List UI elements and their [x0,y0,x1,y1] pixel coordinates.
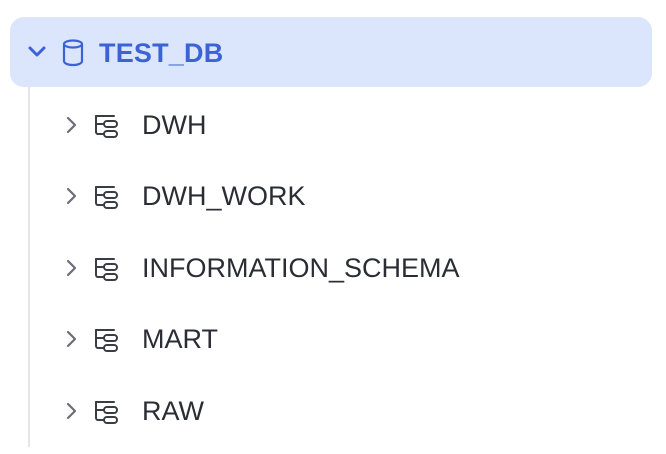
schema-icon [95,258,118,281]
chevron-right-icon[interactable] [64,328,78,350]
schema-icon [95,186,118,209]
schema-icon [95,329,118,352]
schema-name: DWH [142,110,207,140]
chevron-right-icon[interactable] [64,257,78,279]
tree-item-schema[interactable]: RAW [52,382,652,440]
schema-icon [95,401,118,424]
chevron-right-icon[interactable] [64,400,78,422]
chevron-down-icon[interactable] [27,43,47,61]
tree-item-schema[interactable]: DWH [52,96,652,154]
tree-item-schema[interactable]: INFORMATION_SCHEMA [52,239,652,297]
schema-name: DWH_WORK [142,181,306,211]
database-icon [62,39,84,67]
tree-item-test-db[interactable]: TEST_DB [10,17,652,87]
tree-guide-line [28,87,30,447]
tree-item-schema[interactable]: DWH_WORK [52,167,652,225]
schema-name: MART [142,324,219,354]
schema-name: RAW [142,396,204,426]
tree-item-schema[interactable]: MART [52,310,652,368]
schema-icon [95,115,118,138]
chevron-right-icon[interactable] [64,185,78,207]
schema-name: INFORMATION_SCHEMA [142,253,460,283]
chevron-right-icon[interactable] [64,114,78,136]
database-tree: TEST_DB DWH DWH_WORK INFORMATION_SCHEMA … [0,0,666,454]
database-name: TEST_DB [99,38,224,68]
